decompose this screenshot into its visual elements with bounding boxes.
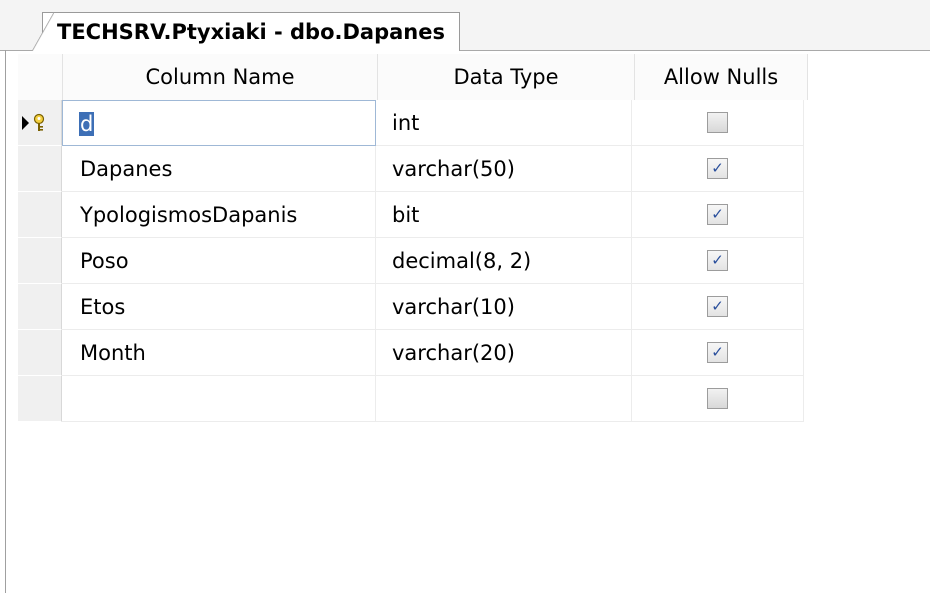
data-type-header: Data Type <box>378 54 635 100</box>
allow-nulls-checkbox[interactable]: ✓ <box>707 250 728 271</box>
data-type-cell[interactable]: int <box>376 100 632 146</box>
allow-nulls-checkbox[interactable]: ✓ <box>707 204 728 225</box>
allow-nulls-checkbox[interactable]: ✓ <box>707 342 728 363</box>
column-name-cell[interactable]: Dapanes <box>62 146 376 192</box>
table-row[interactable]: Etos varchar(10) ✓ <box>18 284 808 330</box>
document-tabstrip: TECHSRV.Ptyxiaki - dbo.Dapanes <box>0 0 930 51</box>
column-name-cell[interactable]: Etos <box>62 284 376 330</box>
row-selector[interactable] <box>18 376 62 422</box>
primary-key-icon <box>33 113 45 131</box>
tab-title: TECHSRV.Ptyxiaki - dbo.Dapanes <box>57 20 445 44</box>
column-name-cell[interactable]: d <box>62 100 376 146</box>
table-row[interactable]: Dapanes varchar(50) ✓ <box>18 146 808 192</box>
column-name-cell[interactable] <box>62 376 376 422</box>
data-type-cell[interactable]: varchar(50) <box>376 146 632 192</box>
column-name-cell[interactable]: YpologismosDapanis <box>62 192 376 238</box>
allow-nulls-checkbox[interactable]: ✓ <box>707 296 728 317</box>
data-type-cell[interactable]: bit <box>376 192 632 238</box>
allow-nulls-checkbox[interactable]: ✓ <box>707 158 728 179</box>
allow-nulls-cell: ✓ <box>632 192 804 238</box>
tab-table-designer[interactable]: TECHSRV.Ptyxiaki - dbo.Dapanes <box>32 12 460 51</box>
allow-nulls-cell <box>632 376 804 422</box>
allow-nulls-cell: ✓ <box>632 330 804 376</box>
table-row[interactable]: d int <box>18 100 808 146</box>
row-selector-header <box>18 54 63 100</box>
row-selector[interactable] <box>18 284 62 330</box>
row-selector[interactable] <box>18 100 62 146</box>
row-indicator <box>22 113 54 133</box>
allow-nulls-checkbox[interactable] <box>707 112 728 133</box>
grid-header: Column Name Data Type Allow Nulls <box>18 54 808 100</box>
data-type-cell[interactable]: varchar(20) <box>376 330 632 376</box>
row-selector[interactable] <box>18 238 62 284</box>
table-row-new[interactable] <box>18 376 808 422</box>
data-type-cell[interactable]: varchar(10) <box>376 284 632 330</box>
data-type-cell[interactable]: decimal(8, 2) <box>376 238 632 284</box>
allow-nulls-cell <box>632 100 804 146</box>
column-name-cell[interactable]: Month <box>62 330 376 376</box>
allow-nulls-cell: ✓ <box>632 284 804 330</box>
row-selector[interactable] <box>18 192 62 238</box>
allow-nulls-checkbox[interactable] <box>707 388 728 409</box>
table-designer-grid: Column Name Data Type Allow Nulls d int … <box>18 54 808 422</box>
column-name-value[interactable]: d <box>79 112 95 136</box>
data-type-cell[interactable] <box>376 376 632 422</box>
column-name-cell[interactable]: Poso <box>62 238 376 284</box>
allow-nulls-cell: ✓ <box>632 238 804 284</box>
row-selector[interactable] <box>18 146 62 192</box>
table-row[interactable]: YpologismosDapanis bit ✓ <box>18 192 808 238</box>
column-name-header: Column Name <box>63 54 378 100</box>
row-selector[interactable] <box>18 330 62 376</box>
editor-left-border <box>5 50 6 593</box>
table-row[interactable]: Poso decimal(8, 2) ✓ <box>18 238 808 284</box>
allow-nulls-header: Allow Nulls <box>635 54 808 100</box>
current-row-arrow-icon <box>22 116 29 130</box>
allow-nulls-cell: ✓ <box>632 146 804 192</box>
table-row[interactable]: Month varchar(20) ✓ <box>18 330 808 376</box>
